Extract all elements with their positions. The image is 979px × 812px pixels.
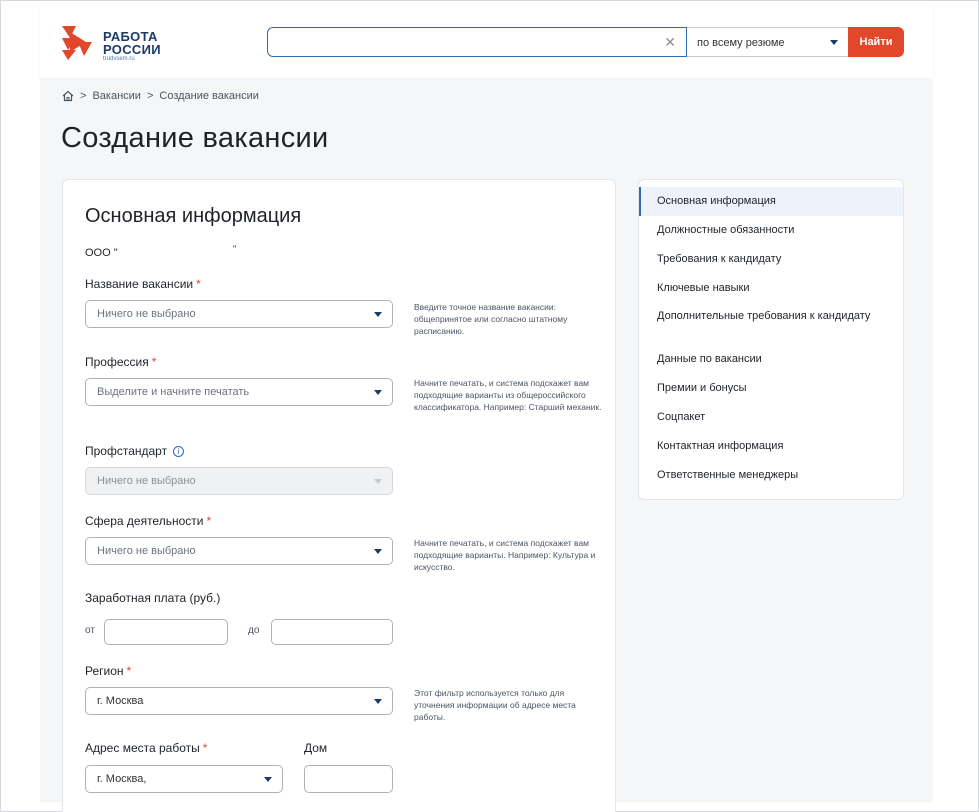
nav-item-contacts[interactable]: Контактная информация	[639, 432, 903, 461]
profession-select[interactable]: Выделите и начните печатать	[85, 378, 393, 406]
required-mark: *	[206, 514, 212, 528]
vacancy-name-select[interactable]: Ничего не выбрано	[85, 300, 393, 328]
address-label-text: Адрес места работы	[85, 741, 200, 755]
required-mark: *	[151, 355, 157, 369]
logo-mark-icon	[62, 26, 92, 60]
search-scope-select[interactable]: по всему резюме	[687, 27, 849, 57]
required-mark: *	[126, 664, 132, 678]
breadcrumb-separator: >	[146, 90, 154, 102]
salary-label: Заработная плата (руб.)	[85, 591, 221, 605]
house-input[interactable]	[304, 765, 393, 793]
site-logo[interactable]: РАБОТА РОССИИ trudvsem.ru	[60, 22, 170, 66]
chevron-down-icon	[374, 479, 382, 484]
section-nav: Основная информация Должностные обязанно…	[638, 179, 904, 500]
house-label: Дом	[304, 741, 328, 755]
prof-standard-label-text: Профстандарт	[85, 444, 168, 458]
region-label: Регион *	[85, 664, 131, 678]
vacancy-name-hint: Введите точное название вакансии: общепр…	[414, 302, 568, 336]
nav-item-key-skills[interactable]: Ключевые навыки	[639, 274, 903, 303]
nav-item-managers[interactable]: Ответственные менеджеры	[639, 461, 903, 490]
logo-text-line2: РОССИИ	[103, 42, 161, 57]
section-title: Основная информация	[85, 205, 302, 227]
region-hint: Этот фильтр используется только для уточ…	[414, 688, 576, 722]
logo-site-url: trudvsem.ru	[103, 56, 135, 62]
profession-label-text: Профессия	[85, 355, 149, 369]
vacancy-name-label-text: Название вакансии	[85, 277, 194, 291]
home-icon[interactable]	[62, 90, 74, 102]
nav-item-main-info[interactable]: Основная информация	[639, 187, 903, 216]
info-icon[interactable]: i	[173, 446, 185, 457]
profession-label: Профессия *	[85, 355, 156, 369]
profession-hint: Начните печатать, и система подскажет ва…	[414, 378, 602, 412]
required-mark: *	[196, 277, 201, 291]
required-mark: *	[202, 741, 208, 755]
salary-to-label: до	[248, 625, 260, 636]
main-content: > Вакансии > Создание вакансии Создание …	[40, 78, 933, 812]
address-select[interactable]: г. Москва,	[85, 765, 283, 793]
activity-sphere-label: Сфера деятельности *	[85, 514, 211, 528]
prof-standard-select: Ничего не выбрано	[85, 467, 393, 495]
activity-sphere-select[interactable]: Ничего не выбрано	[85, 537, 393, 565]
salary-from-label: от	[85, 625, 95, 636]
salary-from-input[interactable]	[104, 619, 228, 645]
nav-item-bonuses[interactable]: Премии и бонусы	[639, 374, 903, 403]
search-input[interactable]	[268, 28, 648, 56]
region-value: г. Москва	[97, 695, 144, 707]
find-button[interactable]: Найти	[848, 27, 904, 57]
nav-item-vacancy-data[interactable]: Данные по вакансии	[639, 345, 903, 374]
breadcrumb-separator: >	[80, 90, 87, 102]
breadcrumb-current: Создание вакансии	[159, 90, 259, 102]
chevron-down-icon	[374, 549, 382, 554]
chevron-down-icon	[374, 390, 382, 395]
page-title: Создание вакансии	[61, 122, 329, 154]
breadcrumb: > Вакансии > Создание вакансии	[62, 90, 259, 102]
nav-item-additional-requirements[interactable]: Дополнительные требования к кандидату	[639, 303, 903, 345]
region-label-text: Регион	[85, 664, 124, 678]
prof-standard-value: Ничего не выбрано	[97, 475, 196, 487]
vacancy-name-value: Ничего не выбрано	[97, 308, 196, 320]
chevron-down-icon	[264, 777, 272, 782]
activity-sphere-hint: Начните печатать, и система подскажет ва…	[414, 538, 596, 572]
nav-item-candidate-requirements[interactable]: Требования к кандидату	[639, 245, 903, 274]
search-scope-value: по всему резюме	[697, 37, 785, 49]
site-header: РАБОТА РОССИИ trudvsem.ru ✕ по всему рез…	[40, 6, 933, 78]
chevron-down-icon	[374, 699, 382, 704]
organization-name: ООО "	[85, 247, 118, 259]
organization-name-end: "	[233, 244, 237, 254]
breadcrumb-vacancies[interactable]: Вакансии	[92, 90, 141, 102]
salary-to-input[interactable]	[271, 619, 393, 645]
profession-value: Выделите и начните печатать	[97, 386, 250, 398]
nav-item-duties[interactable]: Должностные обязанности	[639, 216, 903, 245]
nav-item-social-package[interactable]: Соцпакет	[639, 403, 903, 432]
region-select[interactable]: г. Москва	[85, 687, 393, 715]
main-info-form: Основная информация ООО " " Название вак…	[62, 179, 616, 812]
search-box: ✕	[267, 27, 687, 57]
activity-sphere-label-text: Сфера деятельности	[85, 514, 204, 528]
vacancy-name-label: Название вакансии *	[85, 277, 201, 291]
activity-sphere-value: Ничего не выбрано	[97, 545, 196, 557]
chevron-down-icon	[830, 40, 838, 45]
address-label: Адрес места работы *	[85, 741, 207, 755]
chevron-down-icon	[374, 312, 382, 317]
address-value: г. Москва,	[97, 773, 147, 785]
prof-standard-label: Профстандарт i	[85, 444, 185, 458]
clear-icon[interactable]: ✕	[664, 34, 676, 50]
